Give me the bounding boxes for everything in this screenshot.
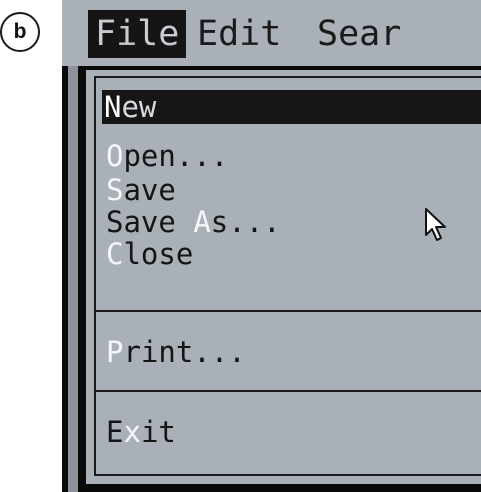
- menu-item-label: rint...: [123, 335, 246, 369]
- hotkey-letter: N: [104, 90, 122, 124]
- hotkey-letter: x: [123, 415, 141, 449]
- file-dropdown-menu: New Open... Save Save As... Close Print.…: [86, 70, 481, 492]
- window-frame: [68, 66, 78, 492]
- arrow-pointer-icon: [425, 208, 446, 241]
- menu-separator: [94, 310, 481, 312]
- menu-item-save[interactable]: Save: [104, 174, 481, 206]
- window-bottom-edge: [86, 484, 481, 492]
- hotkey-letter: C: [106, 237, 124, 271]
- menu-item-label: ave: [123, 173, 176, 207]
- menu-item-new[interactable]: New: [102, 90, 481, 124]
- menu-item-label: pen...: [123, 139, 229, 173]
- menu-item-exit[interactable]: Exit: [104, 416, 481, 448]
- dos-screen: File Edit Sear New Open... Save Save As.…: [62, 0, 481, 492]
- menu-separator: [94, 390, 481, 392]
- menu-item-label: Save: [106, 205, 194, 239]
- menu-bar: File Edit Sear: [62, 0, 481, 66]
- hotkey-letter: O: [106, 139, 124, 173]
- menu-item-open[interactable]: Open...: [104, 140, 481, 172]
- hotkey-letter: P: [106, 335, 124, 369]
- figure-label: b: [0, 12, 40, 52]
- menu-search[interactable]: Sear: [310, 10, 408, 58]
- menu-edit[interactable]: Edit: [190, 10, 288, 58]
- menu-item-label: E: [106, 415, 124, 449]
- menu-item-label: s...: [210, 205, 281, 239]
- menu-file[interactable]: File: [88, 10, 187, 58]
- menu-item-label: it: [140, 415, 176, 449]
- menu-item-print[interactable]: Print...: [104, 336, 481, 368]
- hotkey-letter: A: [193, 205, 211, 239]
- menu-item-label: lose: [123, 237, 194, 271]
- menu-item-label: ew: [121, 90, 157, 124]
- hotkey-letter: S: [106, 173, 124, 207]
